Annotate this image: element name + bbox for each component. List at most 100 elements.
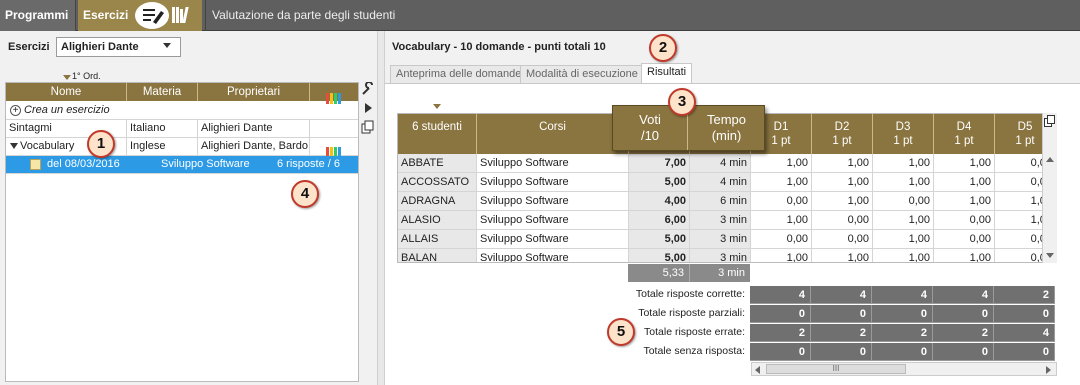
cell-nome: ACCOSSATO — [398, 173, 477, 192]
cell-tempo: 6 min — [690, 192, 751, 211]
tab-anteprima[interactable]: Anteprima delle domande — [390, 65, 528, 83]
cell-nome: ADRAGNA — [398, 192, 477, 211]
cell-tempo: 4 min — [690, 173, 751, 192]
tab-programmi[interactable]: Programmi — [0, 0, 76, 31]
scroll-thumb[interactable]: III — [766, 364, 906, 374]
question-points: 1 pt — [954, 135, 974, 147]
scroll-left-icon[interactable] — [755, 366, 760, 374]
total-value-d3: 0 — [872, 343, 933, 361]
copy-icon[interactable] — [1044, 115, 1056, 127]
wrench-icon[interactable] — [361, 81, 375, 96]
cell-nome: BALAN — [398, 249, 477, 262]
column-header-studenti[interactable]: 6 studenti — [398, 114, 477, 154]
cell-d2: 1,00 — [812, 249, 873, 262]
total-value-d1: 0 — [750, 343, 811, 361]
cell-d2: 0,00 — [812, 211, 873, 230]
chevron-down-icon[interactable] — [163, 43, 171, 48]
cell-d3: 1,00 — [873, 230, 934, 249]
voti-scale: /10 — [640, 128, 660, 143]
top-bar: Programmi Esercizi Valutazione da parte … — [0, 0, 1080, 31]
column-header-d4[interactable]: D4 1 pt — [934, 114, 995, 154]
cell-voto: 7,00 — [629, 154, 690, 173]
cell-d2: 1,00 — [812, 154, 873, 173]
cell-corso: Sviluppo Software — [477, 211, 629, 230]
column-header-d2[interactable]: D2 1 pt — [812, 114, 873, 154]
column-header-corsi[interactable]: Corsi — [477, 114, 629, 154]
session-corso: Sviluppo Software — [161, 158, 250, 170]
panel-splitter[interactable] — [377, 31, 385, 385]
cell-corso: Sviluppo Software — [477, 192, 629, 211]
scroll-up-icon[interactable] — [1046, 157, 1054, 162]
total-value-d2: 4 — [811, 286, 872, 304]
scroll-down-icon[interactable] — [1046, 253, 1054, 258]
cell-d1: 0,00 — [751, 230, 812, 249]
scroll-right-icon[interactable] — [1046, 366, 1051, 374]
total-value-d2: 0 — [811, 343, 872, 361]
cell-nome: ALLAIS — [398, 230, 477, 249]
question-label: D3 — [895, 121, 911, 133]
top-bar-divider — [205, 0, 206, 31]
question-points: 1 pt — [832, 135, 852, 147]
tempo-unit: (min) — [711, 128, 742, 143]
cell-nome: ALASIO — [398, 211, 477, 230]
vertical-scrollbar[interactable] — [1042, 113, 1057, 263]
session-date: del 08/03/2016 — [47, 158, 120, 170]
cell-d3: 1,00 — [873, 173, 934, 192]
column-header-d3[interactable]: D3 1 pt — [873, 114, 934, 154]
table-row[interactable]: Sintagmi Italiano Alighieri Dante — [6, 120, 358, 138]
column-header-library[interactable] — [310, 83, 358, 104]
cell-d2: 1,00 — [812, 192, 873, 211]
cell-d1: 1,00 — [751, 211, 812, 230]
question-label: D4 — [956, 121, 972, 133]
average-grade: 5,33 — [628, 264, 689, 282]
table-row[interactable]: Vocabulary Inglese Alighieri Dante, Bard… — [6, 138, 358, 158]
cell-d1: 1,00 — [751, 154, 812, 173]
exercise-list-panel: Esercizi Alighieri Dante 1° Ord. Nome Ma… — [0, 31, 377, 385]
total-value-d1: 0 — [750, 305, 811, 323]
play-icon[interactable] — [361, 101, 375, 115]
callout-1: 1 — [87, 130, 115, 158]
library-books-icon — [326, 89, 342, 104]
add-icon[interactable]: + — [10, 105, 21, 116]
create-exercise-row[interactable]: Crea un esercizio + — [6, 102, 358, 120]
selected-session-row[interactable]: del 08/03/2016 Sviluppo Software 6 rispo… — [6, 156, 358, 174]
cell-d3: 0,00 — [873, 192, 934, 211]
cell-d3: 1,00 — [873, 154, 934, 173]
sort-arrow-icon — [433, 104, 441, 109]
results-panel: Vocabulary - 10 domande - punti totali 1… — [385, 31, 1080, 385]
total-value-d5: 0 — [994, 343, 1055, 361]
column-header-nome[interactable]: Nome — [6, 83, 127, 101]
cell-corso: Sviluppo Software — [477, 173, 629, 192]
total-value-d5: 4 — [994, 324, 1055, 342]
create-exercise-label[interactable]: Crea un esercizio — [6, 102, 358, 119]
question-points: 1 pt — [1015, 135, 1035, 147]
cell-nome: ABBATE — [398, 154, 477, 173]
total-label: Totale risposte errate: — [644, 326, 745, 338]
edit-exercise-icon[interactable] — [135, 2, 169, 29]
cell-d4: 1,00 — [934, 173, 995, 192]
cell-corso: Sviluppo Software — [477, 230, 629, 249]
horizontal-scrollbar[interactable]: III — [751, 362, 1057, 376]
question-label: D5 — [1017, 121, 1033, 133]
exercise-title: Vocabulary - 10 domande - punti totali 1… — [392, 41, 606, 53]
cell-voto: 4,00 — [629, 192, 690, 211]
tab-risultati[interactable]: Risultati — [641, 63, 693, 83]
total-value-d4: 0 — [933, 305, 994, 323]
question-label: D1 — [773, 121, 789, 133]
voti-label: Voti — [639, 112, 661, 127]
sort-arrow-icon — [63, 75, 71, 80]
total-label: Totale risposte corrette: — [635, 288, 745, 300]
total-value-d4: 4 — [933, 286, 994, 304]
total-value-d2: 0 — [811, 305, 872, 323]
copy-icon[interactable] — [361, 120, 375, 134]
cell-d4: 1,00 — [934, 154, 995, 173]
cell-proprietari: Alighieri Dante — [198, 120, 310, 137]
callout-2: 2 — [649, 34, 677, 62]
cell-tempo: 3 min — [690, 211, 751, 230]
total-value-d5: 2 — [994, 286, 1055, 304]
tab-modalita[interactable]: Modalità di esecuzione — [520, 65, 644, 83]
tempo-label: Tempo — [706, 112, 747, 127]
column-header-proprietari[interactable]: Proprietari — [198, 83, 310, 101]
column-header-materia[interactable]: Materia — [127, 83, 198, 101]
library-books-icon[interactable] — [172, 7, 194, 24]
